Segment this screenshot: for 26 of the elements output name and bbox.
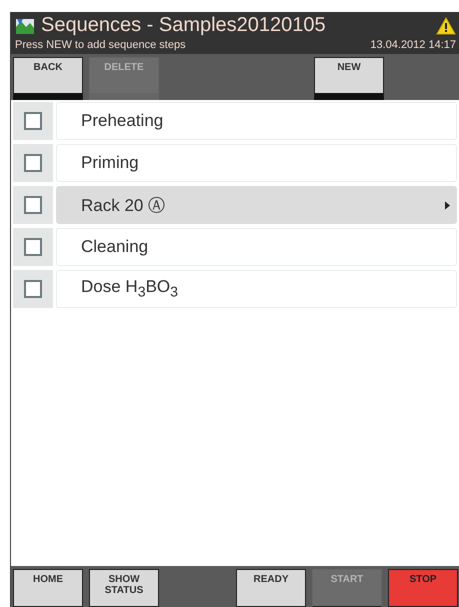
checkbox[interactable] — [24, 112, 42, 130]
step-name: Rack 20 Ⓐ — [81, 194, 166, 216]
checkbox[interactable] — [24, 238, 42, 256]
window-title: Sequences - Samples20120105 — [41, 14, 327, 37]
action-button[interactable]: HOME — [13, 569, 83, 607]
hint-text: Press NEW to add sequence steps — [15, 39, 186, 51]
action-button[interactable]: NEW — [314, 57, 384, 100]
step-item[interactable]: Cleaning — [56, 228, 457, 266]
step-item[interactable]: Dose H$_{3}$BO$_{3}$ — [56, 270, 457, 308]
checkbox[interactable] — [24, 196, 42, 214]
date-time: 13.04.2012 14:17 — [370, 39, 456, 51]
action-button[interactable]: STOP — [388, 569, 458, 607]
action-button[interactable]: SHOW STATUS — [89, 569, 159, 607]
checkbox[interactable] — [24, 280, 42, 298]
step-name: Cleaning — [81, 237, 148, 257]
arrow-right-icon — [445, 200, 450, 210]
action-button[interactable]: READY — [236, 569, 306, 607]
app-icon — [15, 16, 35, 34]
checkbox[interactable] — [24, 154, 42, 172]
step-name: Preheating — [81, 111, 164, 131]
action-button[interactable]: BACK — [13, 57, 83, 100]
step-item[interactable]: Rack 20 Ⓐ — [56, 186, 457, 224]
step-item[interactable]: Preheating — [56, 102, 457, 140]
step-item[interactable]: Priming — [56, 144, 457, 182]
step-name: Priming — [81, 153, 139, 173]
step-name: Dose H$_{3}$BO$_{3}$ — [81, 277, 178, 301]
